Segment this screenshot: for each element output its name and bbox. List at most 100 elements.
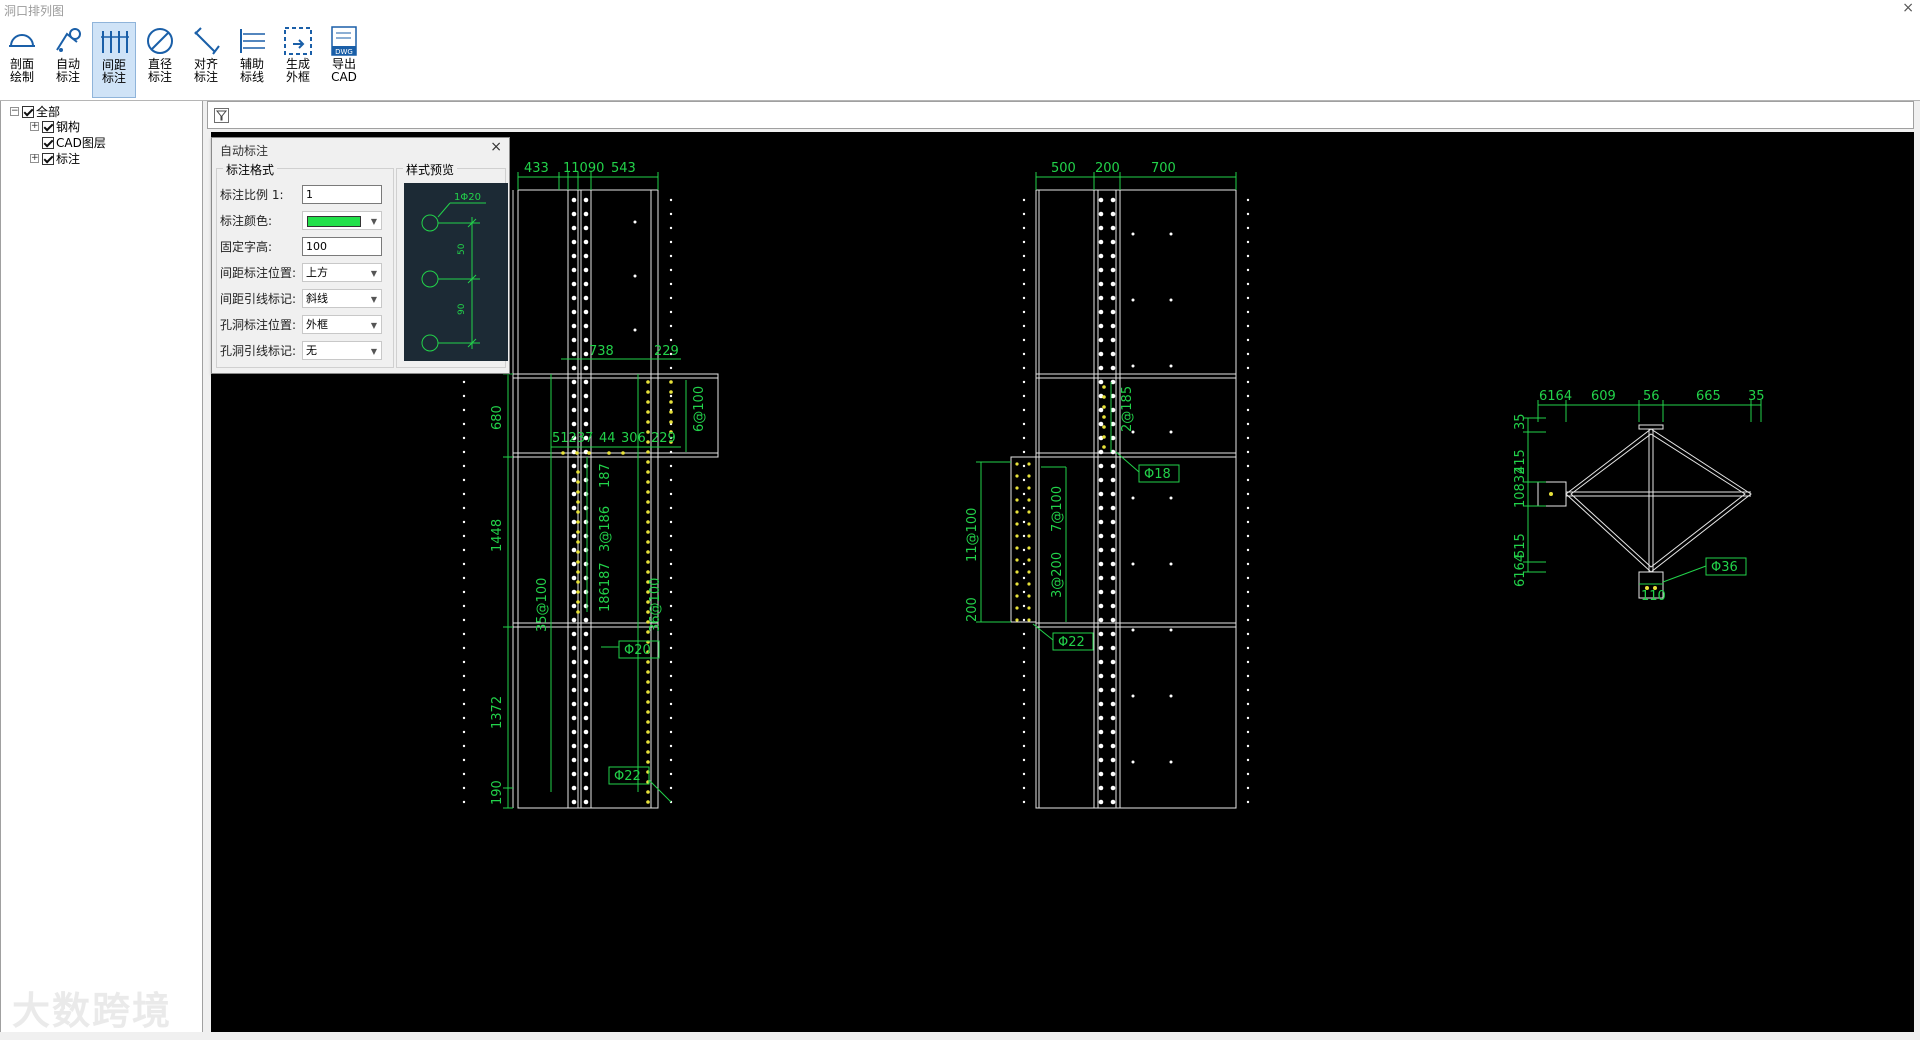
hole — [571, 631, 577, 637]
edge-mark — [1246, 380, 1250, 384]
edge-mark — [462, 604, 466, 608]
tree-checkbox-cad-layer[interactable] — [42, 136, 54, 149]
tree-expand-icon[interactable]: + — [30, 154, 39, 163]
edge-mark — [462, 730, 466, 734]
hole — [1110, 477, 1116, 483]
yellow-hole — [646, 480, 650, 484]
edge-mark — [462, 380, 466, 384]
chevron-down-icon: ▼ — [370, 217, 377, 226]
aux-line-button[interactable]: 辅助 标线 — [230, 22, 274, 98]
hole — [571, 673, 577, 679]
edge-mark — [669, 646, 673, 650]
edge-mark — [669, 520, 673, 524]
tree-checkbox-dims[interactable] — [42, 152, 54, 165]
tree-node-dims[interactable]: + 标注 — [30, 151, 80, 166]
window-close-button[interactable]: × — [1902, 0, 1914, 16]
yellow-hole — [587, 451, 591, 455]
yellow-hole — [646, 740, 650, 744]
hole — [1131, 364, 1135, 368]
hole — [1110, 589, 1116, 595]
yellow-hole — [669, 380, 673, 384]
hole — [1110, 645, 1116, 651]
hole — [1110, 757, 1116, 763]
tree-node-cad-layer[interactable]: CAD图层 — [42, 135, 106, 150]
dialog-close-button[interactable]: × — [490, 139, 502, 155]
edge-mark — [1022, 394, 1026, 398]
edge-mark — [1246, 478, 1250, 482]
tree-node-all[interactable]: − 全部 — [10, 104, 60, 119]
dim-top-2: 11090 — [563, 161, 604, 176]
hole — [571, 617, 577, 623]
auto-dim-dialog: 自动标注 × 标注格式 样式预览 1Φ20 50 90 标注比例 1: 1 标注… — [211, 137, 510, 374]
hole — [571, 575, 577, 581]
hole-position-select[interactable]: 外框 ▼ — [302, 315, 382, 334]
dim-side-5: 6164 — [1513, 554, 1528, 587]
edge-mark — [462, 506, 466, 510]
yellow-hole — [646, 790, 650, 794]
edge-mark — [669, 198, 673, 202]
hole — [1098, 799, 1104, 805]
edge-mark — [1022, 436, 1026, 440]
yellow-hole — [576, 600, 580, 604]
spacing-dim-button[interactable]: 间距 标注 — [92, 22, 136, 98]
yellow-hole — [1027, 558, 1031, 562]
outer-frame-icon — [284, 27, 312, 55]
export-cad-button[interactable]: DWG 导出 CAD — [322, 22, 366, 98]
yellow-hole — [1015, 522, 1019, 526]
edge-mark — [1022, 562, 1026, 566]
tree-checkbox-steel[interactable] — [42, 120, 54, 133]
edge-mark — [462, 562, 466, 566]
hole — [1169, 694, 1173, 698]
edge-mark — [1246, 548, 1250, 552]
hole — [571, 715, 577, 721]
edge-mark — [1022, 338, 1026, 342]
edge-mark — [669, 254, 673, 258]
hole-leader-select[interactable]: 无 ▼ — [302, 341, 382, 360]
dim-side-3: 10832 — [1513, 467, 1528, 508]
auto-dim-button[interactable]: 自动 标注 — [46, 22, 90, 98]
dim-top-2: 609 — [1591, 389, 1616, 404]
hole — [633, 328, 637, 332]
hole — [583, 351, 589, 357]
yellow-hole — [646, 450, 650, 454]
tree-checkbox-all[interactable] — [22, 105, 34, 118]
field-spacing-leader: 间距引线标记: 斜线 ▼ — [220, 288, 382, 309]
dim-side-2: 1448 — [490, 519, 505, 552]
dim-top-3: 56 — [1643, 389, 1660, 404]
hole — [1110, 281, 1116, 287]
section-draw-button[interactable]: 剖面 绘制 — [0, 22, 44, 98]
hole — [1110, 603, 1116, 609]
hole — [1131, 496, 1135, 500]
edge-mark — [1246, 198, 1250, 202]
tree-collapse-icon[interactable]: − — [10, 107, 19, 116]
hole — [583, 491, 589, 497]
hole — [1110, 323, 1116, 329]
edge-mark — [462, 618, 466, 622]
preview-group-title: 样式预览 — [403, 161, 458, 178]
filter-icon[interactable] — [214, 108, 229, 123]
scale-input[interactable]: 1 — [302, 185, 382, 204]
color-select[interactable]: ▼ — [302, 211, 382, 230]
diameter-dim-button[interactable]: 直径 标注 — [138, 22, 182, 98]
hole — [583, 533, 589, 539]
edge-mark — [1022, 226, 1026, 230]
preview-group: 样式预览 1Φ20 50 90 — [396, 161, 508, 368]
spacing-position-select[interactable]: 上方 ▼ — [302, 263, 382, 282]
diamond-outline — [1565, 428, 1752, 573]
yellow-hole — [646, 730, 650, 734]
hole — [571, 309, 577, 315]
dim-inner-4: 186187 — [598, 562, 613, 612]
spacing-leader-select[interactable]: 斜线 ▼ — [302, 289, 382, 308]
yellow-hole — [1015, 582, 1019, 586]
align-dim-button[interactable]: 对齐 标注 — [184, 22, 228, 98]
hole — [583, 281, 589, 287]
tree-expand-icon[interactable]: + — [30, 122, 39, 131]
edge-mark — [1022, 534, 1026, 538]
tree-node-steel[interactable]: + 钢构 — [30, 119, 80, 134]
hole — [1169, 760, 1173, 764]
yellow-hole — [1027, 498, 1031, 502]
dim-top-1: 500 — [1051, 161, 1076, 176]
outer-frame-button[interactable]: 生成 外框 — [276, 22, 320, 98]
edge-mark — [1246, 464, 1250, 468]
text-height-input[interactable]: 100 — [302, 237, 382, 256]
